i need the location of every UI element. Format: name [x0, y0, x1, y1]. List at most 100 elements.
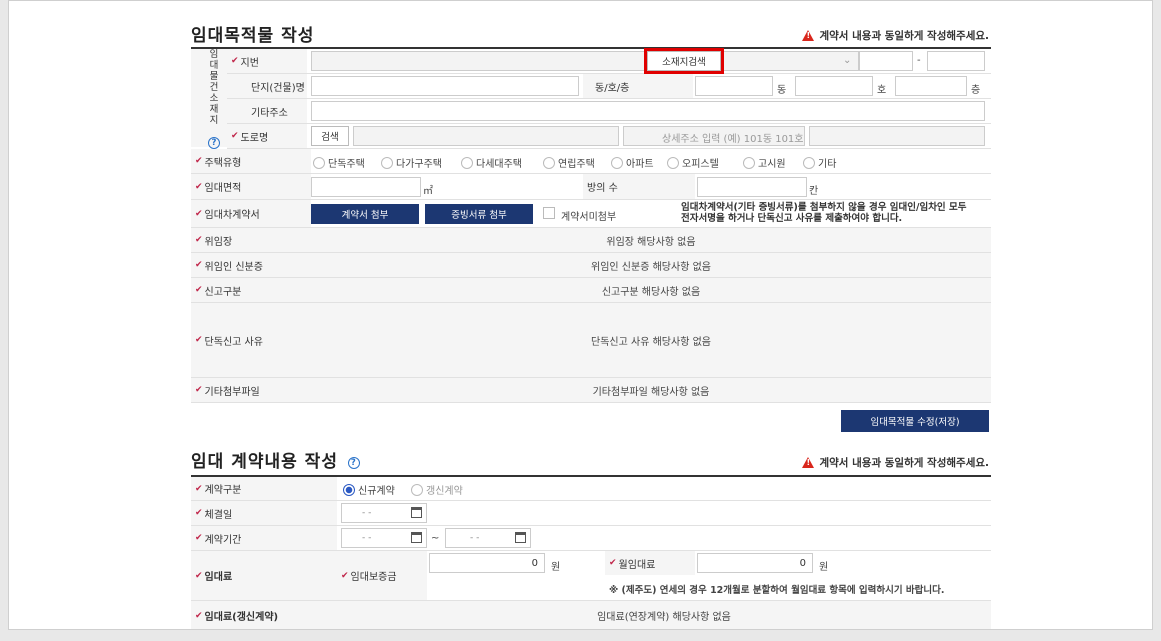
- calendar-icon[interactable]: [411, 532, 422, 543]
- section2-title: 임대 계약내용 작성: [191, 452, 338, 472]
- row-sign-date: ✔ 체결일 - -: [191, 501, 991, 526]
- row-jibun: ✔ 지번 소재지검색 ⌄ -: [227, 48, 991, 74]
- warning-icon: [802, 457, 815, 468]
- attach-contract-button[interactable]: 계약서 첨부: [311, 204, 419, 224]
- no-contract-checkbox[interactable]: [543, 207, 555, 219]
- contract-notice: 임대차계약서(기타 증빙서류)를 첨부하지 않을 경우 임대인/임차인 모두 전…: [681, 202, 967, 224]
- radio-renew-contract[interactable]: 갱신계약: [411, 482, 463, 497]
- required-check-icon: ✔: [195, 335, 203, 345]
- danji-input[interactable]: [311, 76, 579, 96]
- house-type-label: 주택유형: [204, 157, 242, 169]
- jibun-input[interactable]: [311, 51, 859, 71]
- rent-note: ※ (제주도) 연세의 경우 12개월로 분할하여 월임대료 항목에 입력하시기…: [609, 585, 945, 596]
- row-rent: ✔ 임대료 ✔ 임대보증금 0 원 ✔ 월임대료 0 원 ※ (제주도) 연세의 경우…: [191, 551, 991, 601]
- dongho-label: 동/호/층: [583, 74, 693, 98]
- required-check-icon: ✔: [195, 156, 203, 166]
- rent-label: 임대료: [204, 572, 233, 583]
- radio-house-6[interactable]: 오피스텔: [667, 155, 719, 170]
- radio-house-1[interactable]: 단독주택: [313, 155, 365, 170]
- deposit-input[interactable]: 0: [429, 553, 545, 573]
- period-label: 계약기간: [204, 534, 242, 546]
- row-contract-type: ✔ 계약구분 신규계약 갱신계약: [191, 477, 991, 501]
- required-check-icon: ✔: [195, 483, 203, 494]
- ho-input[interactable]: [795, 76, 873, 96]
- section2-warning: 계약서 내용과 동일하게 작성해주세요.: [802, 455, 989, 470]
- row-period: ✔ 계약기간 - - ~ - -: [191, 526, 991, 551]
- radio-house-2[interactable]: 다가구주택: [381, 155, 442, 170]
- idcard-value: 위임인 신분증 해당사항 없음: [311, 253, 991, 277]
- rooms-unit: 칸: [809, 186, 819, 197]
- poa-value: 위임장 해당사항 없음: [311, 228, 991, 252]
- required-check-icon: ✔: [231, 131, 239, 141]
- period-tilde: ~: [431, 533, 440, 544]
- location-search-button[interactable]: 소재지검색: [644, 48, 724, 74]
- radio-house-8[interactable]: 기타: [803, 155, 836, 170]
- jibun-dash: -: [917, 55, 921, 66]
- row-idcard: ✔ 위임인 신분증 위임인 신분증 해당사항 없음: [191, 253, 991, 278]
- jibun-main-input[interactable]: [859, 51, 913, 71]
- row-house-type: ✔ 주택유형 단독주택 다가구주택 다세대주택 연립주택 아파트 오피스텔 고시원…: [191, 149, 991, 174]
- section1-warning: 계약서 내용과 동일하게 작성해주세요.: [802, 28, 989, 43]
- row-report-type: ✔ 신고구분 신고구분 해당사항 없음: [191, 278, 991, 303]
- monthly-rent-label: 월임대료: [618, 559, 656, 571]
- warning-text: 계약서 내용과 동일하게 작성해주세요.: [819, 457, 989, 469]
- detail-address-input[interactable]: 상세주소 입력 (예) 101동 101호: [623, 126, 805, 146]
- solo-reason-label: 단독신고 사유: [204, 336, 263, 348]
- solo-reason-value: 단독신고 사유 해당사항 없음: [311, 303, 991, 377]
- row-poa: ✔ 위임장 위임장 해당사항 없음: [191, 228, 991, 253]
- road-address-input[interactable]: [353, 126, 619, 146]
- section1-title: 임대목적물 작성: [191, 26, 315, 46]
- chevron-down-icon[interactable]: ⌄: [843, 55, 851, 66]
- required-check-icon: ✔: [195, 385, 203, 395]
- other-files-value: 기타첨부파일 해당사항 없음: [311, 378, 991, 402]
- required-check-icon: ✔: [195, 260, 203, 270]
- page: 임대목적물 작성 계약서 내용과 동일하게 작성해주세요. 임대물건소재지 ? …: [8, 0, 1153, 630]
- poa-label: 위임장: [204, 236, 233, 248]
- area-label: 임대면적: [204, 183, 242, 194]
- other-files-label: 기타첨부파일: [204, 386, 260, 398]
- jibun-sub-input[interactable]: [927, 51, 985, 71]
- road-label: 도로명: [240, 132, 269, 144]
- required-check-icon: ✔: [195, 285, 203, 295]
- radio-house-5[interactable]: 아파트: [611, 155, 654, 170]
- help-icon[interactable]: ?: [347, 457, 360, 469]
- radio-house-3[interactable]: 다세대주택: [461, 155, 522, 170]
- road-extra-input[interactable]: [809, 126, 985, 146]
- radio-house-4[interactable]: 연립주택: [543, 155, 595, 170]
- monthly-rent-input[interactable]: 0: [697, 553, 813, 573]
- no-contract-label: 계약서미첨부: [561, 212, 617, 223]
- required-check-icon: ✔: [609, 558, 617, 568]
- contract-label: 임대차계약서: [204, 210, 260, 221]
- save-property-button[interactable]: 임대목적물 수정(저장): [841, 410, 989, 432]
- dong-unit: 동: [777, 85, 787, 96]
- rooms-input[interactable]: [697, 177, 807, 197]
- danji-label: 단지(건물)명: [227, 74, 307, 98]
- floor-input[interactable]: [895, 76, 967, 96]
- row-area: ✔ 임대면적 ㎡ 방의 수 칸: [191, 174, 991, 200]
- road-search-button[interactable]: 검색: [311, 126, 349, 146]
- radio-house-7[interactable]: 고시원: [743, 155, 786, 170]
- contract-type-label: 계약구분: [204, 485, 242, 496]
- required-check-icon: ✔: [195, 508, 203, 518]
- address-side-label: 임대물건소재지: [209, 49, 219, 126]
- dong-input[interactable]: [695, 76, 773, 96]
- calendar-icon[interactable]: [411, 507, 422, 518]
- help-icon[interactable]: ?: [208, 137, 220, 149]
- radio-new-contract[interactable]: 신규계약: [343, 482, 395, 497]
- attach-proof-button[interactable]: 증빙서류 첨부: [425, 204, 533, 224]
- jibun-label: 지번: [240, 57, 259, 69]
- report-type-value: 신고구분 해당사항 없음: [311, 278, 991, 302]
- floor-unit: 층: [971, 85, 981, 96]
- area-input[interactable]: [311, 177, 421, 197]
- calendar-icon[interactable]: [515, 532, 526, 543]
- row-renew-rent: ✔ 임대료(갱신계약) 임대료(연장계약) 해당사항 없음: [191, 601, 991, 629]
- required-check-icon: ✔: [341, 570, 349, 581]
- required-check-icon: ✔: [195, 610, 203, 621]
- renew-rent-label: 임대료(갱신계약): [204, 612, 279, 623]
- etc-address-input[interactable]: [311, 101, 985, 121]
- etc-address-label: 기타주소: [227, 99, 307, 123]
- required-check-icon: ✔: [195, 235, 203, 245]
- rooms-label: 방의 수: [583, 174, 695, 199]
- row-contract: ✔ 임대차계약서 계약서 첨부 증빙서류 첨부 계약서미첨부 임대차계약서(기타 …: [191, 200, 991, 228]
- required-check-icon: ✔: [195, 208, 203, 219]
